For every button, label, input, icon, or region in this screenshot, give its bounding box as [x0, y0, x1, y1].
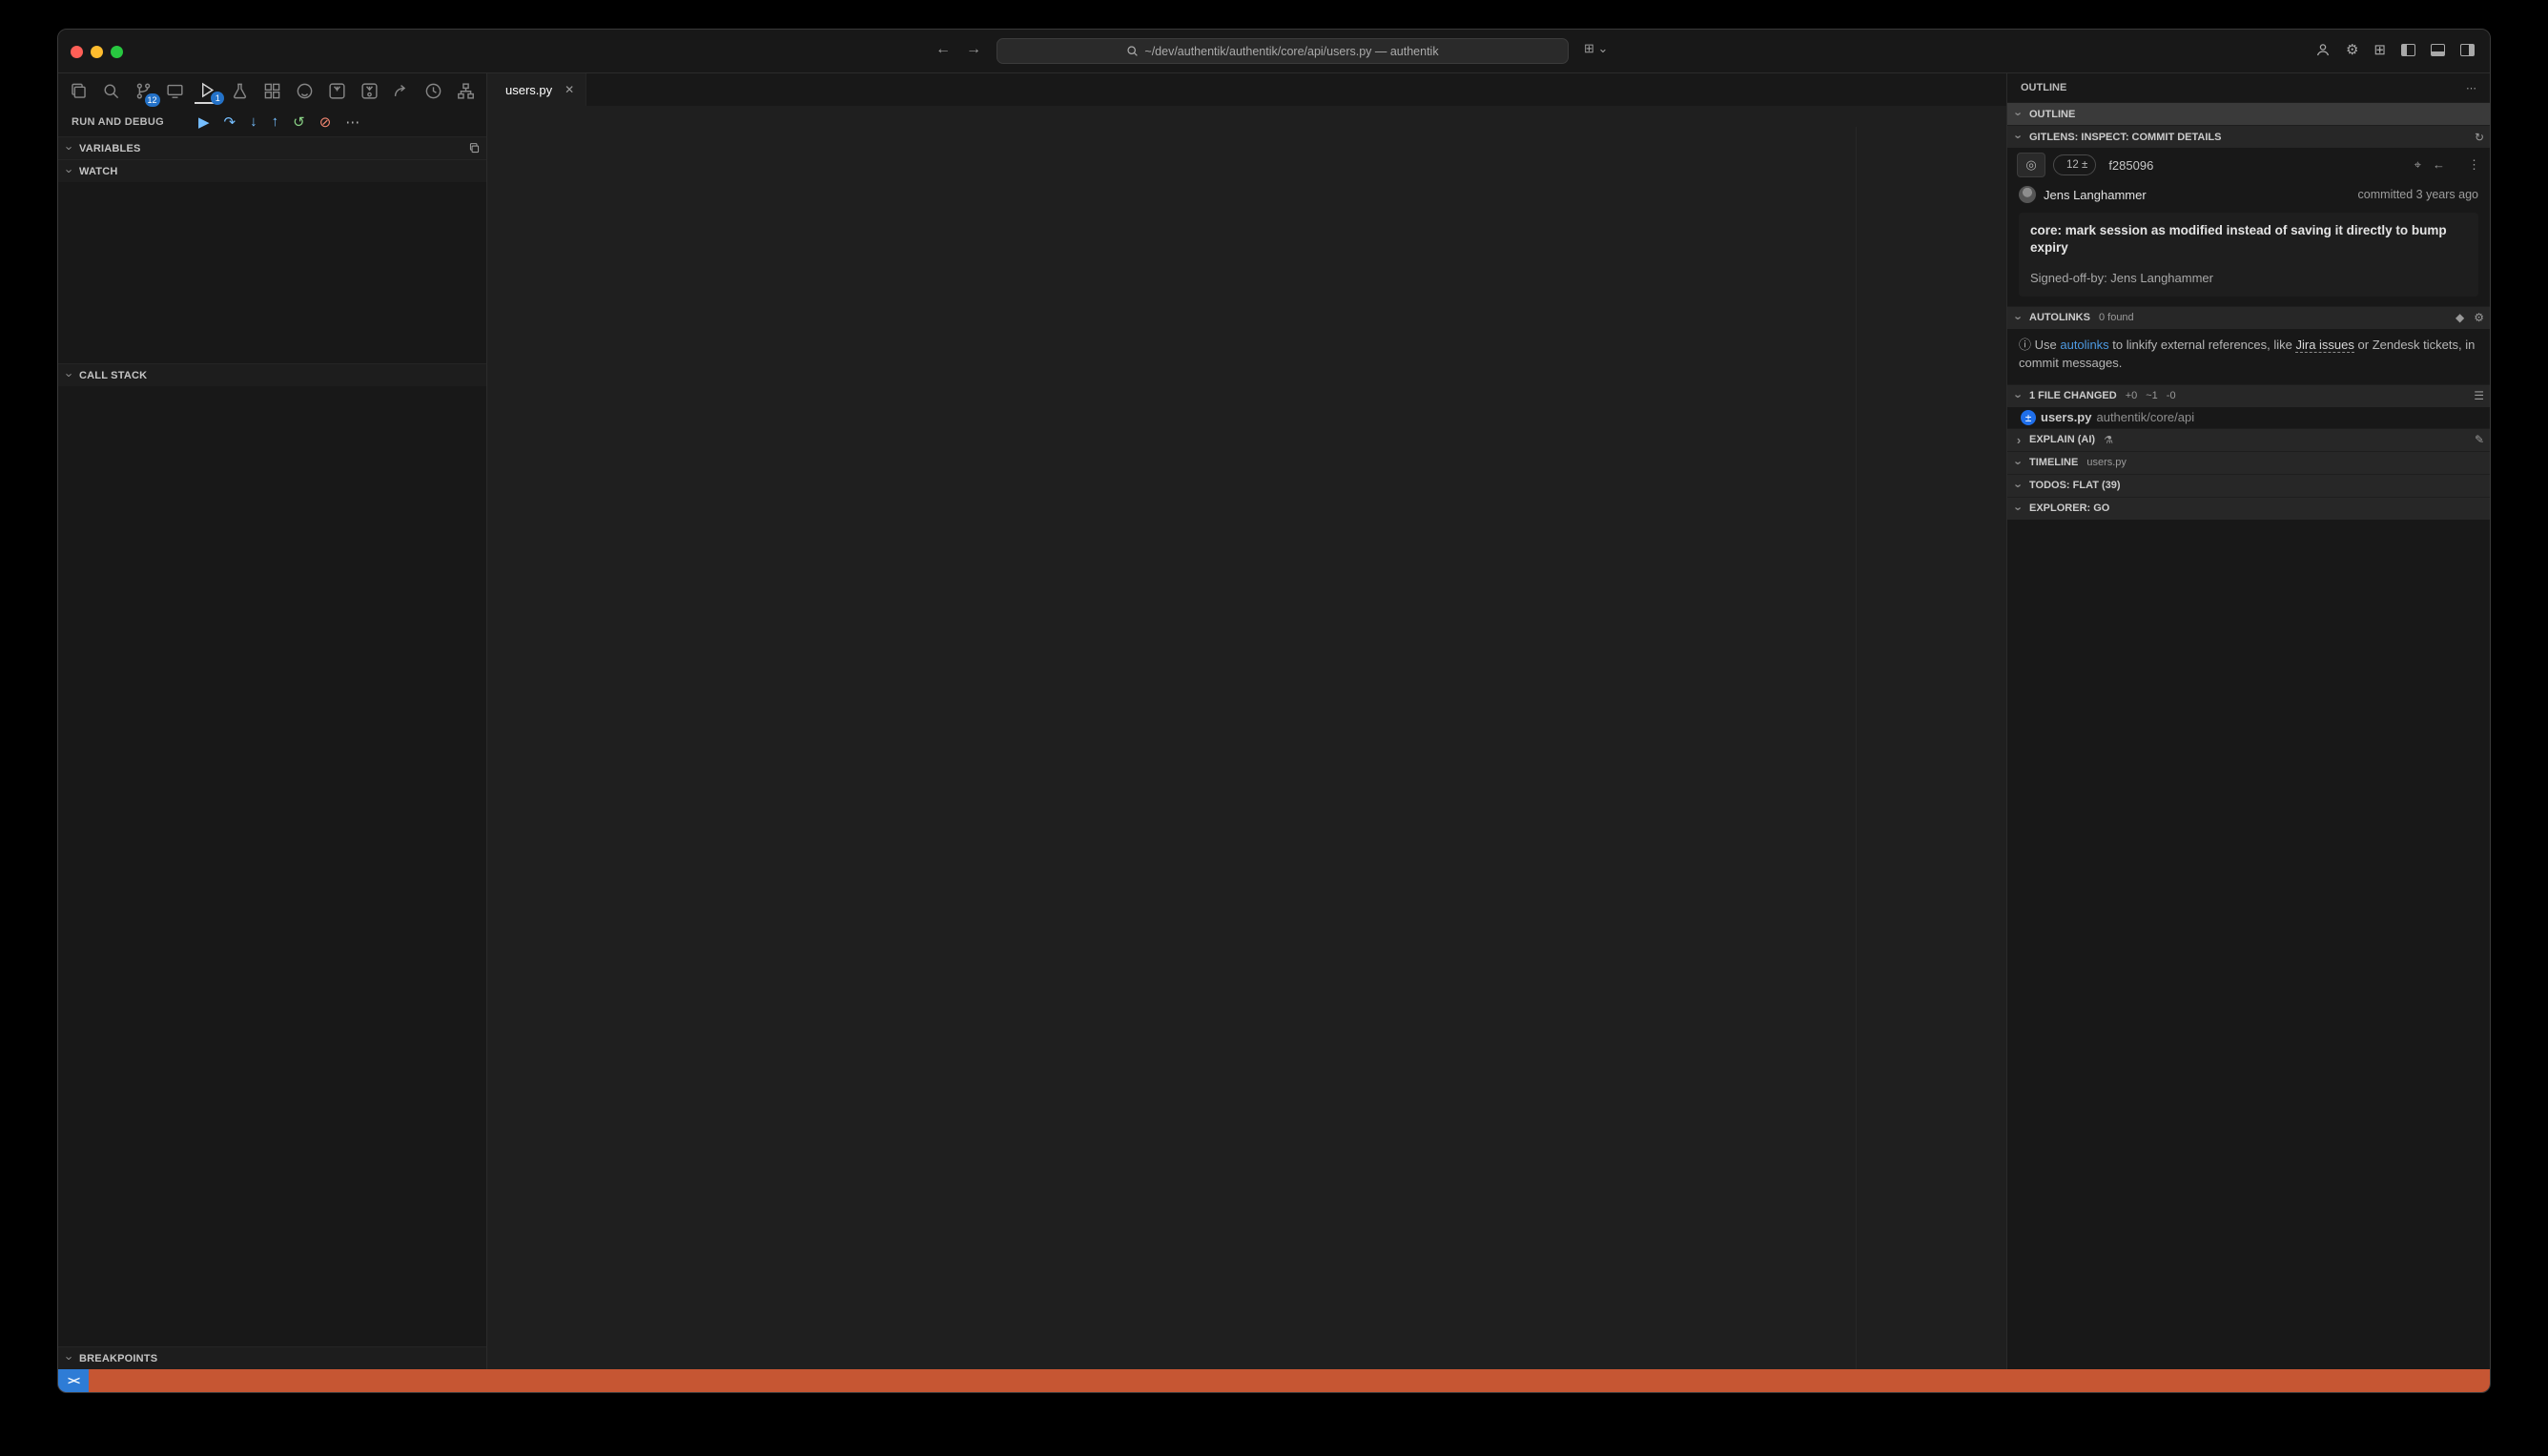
- more-actions-icon[interactable]: ⋯: [2466, 82, 2476, 94]
- command-center-text: ~/dev/authentik/authentik/core/api/users…: [1144, 45, 1438, 58]
- breadcrumb: [487, 106, 2006, 127]
- toggle-primary-sidebar-icon[interactable]: [2401, 44, 2415, 56]
- search-icon: [1126, 45, 1139, 57]
- navigate-forward-icon[interactable]: →: [966, 41, 981, 58]
- gitlens-icon[interactable]: ◎: [2017, 153, 2045, 177]
- minimap[interactable]: [1856, 127, 1997, 1369]
- autolinks-info: ⓘ Use autolinks to linkify external refe…: [2007, 329, 2490, 384]
- commit-when: committed 3 years ago: [2358, 188, 2478, 201]
- working-changes-pill[interactable]: 12 ±: [2053, 154, 2096, 175]
- toggle-secondary-sidebar-icon[interactable]: [2460, 44, 2475, 56]
- back-icon[interactable]: ←: [2433, 157, 2445, 173]
- timeline-icon[interactable]: [421, 78, 446, 104]
- project-manager-icon[interactable]: [453, 78, 479, 104]
- minimize-window-button[interactable]: [91, 46, 103, 58]
- commit-signoff: Signed-off-by: Jens Langhammer: [2030, 270, 2467, 287]
- source-control-badge: 12: [145, 93, 160, 107]
- vscode-window: ← → ~/dev/authentik/authentik/core/api/u…: [57, 29, 2491, 1393]
- autolinks-section-header[interactable]: ›AUTOLINKS 0 found ◆⚙: [2007, 306, 2490, 329]
- account-icon[interactable]: [2315, 42, 2331, 57]
- run-and-debug-title: RUN AND DEBUG: [72, 116, 164, 128]
- autolinks-settings-icon[interactable]: ⚙: [2474, 311, 2484, 324]
- customize-layout-icon[interactable]: ⊞: [2373, 41, 2386, 58]
- variables-section-header[interactable]: ›VARIABLES: [58, 136, 486, 159]
- run-and-debug-icon[interactable]: 1: [195, 78, 220, 104]
- settings-gear-icon[interactable]: ⚙: [2346, 41, 2358, 58]
- remote-explorer-icon[interactable]: [163, 78, 189, 104]
- commit-hash[interactable]: f285096: [2104, 158, 2153, 173]
- commit-author-row[interactable]: Jens Langhammer committed 3 years ago: [2007, 182, 2490, 207]
- tab-bar: users.py ✕: [487, 73, 2006, 106]
- breakpoints-section: ›BREAKPOINTS: [58, 1346, 486, 1369]
- files-changed-section-header[interactable]: ›1 FILE CHANGED +0 ~1 -0 ☰: [2007, 384, 2490, 407]
- outline-pane-title: OUTLINE: [2021, 82, 2066, 93]
- status-bar: ><: [58, 1369, 2490, 1392]
- step-into-button[interactable]: ↓: [250, 113, 257, 131]
- restart-button[interactable]: ↺: [293, 113, 305, 131]
- comment-icon[interactable]: ✎: [2475, 433, 2484, 446]
- explorer-go-section-header[interactable]: ›EXPLORER: GO: [2007, 497, 2490, 520]
- close-tab-icon[interactable]: ✕: [565, 83, 574, 96]
- gitlens-section-header[interactable]: ›GITLENS: INSPECT: COMMIT DETAILS ↻: [2007, 125, 2490, 148]
- code-editor[interactable]: [487, 127, 2006, 1369]
- activity-bar: 12 1: [58, 73, 486, 108]
- file-modified-icon: ±: [2021, 410, 2036, 425]
- avatar: [2019, 186, 2036, 203]
- testing-icon[interactable]: [227, 78, 253, 104]
- gitlens-commit-bar: ◎ 12 ± f285096 ⌖ ← ⋮: [2007, 148, 2490, 182]
- kebab-icon[interactable]: ⋮: [2468, 157, 2480, 173]
- commit-author: Jens Langhammer: [2044, 188, 2147, 202]
- tab-users-py[interactable]: users.py ✕: [487, 73, 586, 106]
- explain-ai-section-header[interactable]: ›EXPLAIN (AI) ⚗ ✎: [2007, 428, 2490, 451]
- autolinks-add-icon[interactable]: ◆: [2456, 311, 2464, 324]
- overview-ruler: [1997, 127, 2006, 1369]
- github-pull-requests-icon[interactable]: [357, 78, 382, 104]
- zoom-window-button[interactable]: [111, 46, 123, 58]
- title-bar: ← → ~/dev/authentik/authentik/core/api/u…: [58, 30, 2490, 73]
- autolinks-link[interactable]: autolinks: [2060, 338, 2108, 352]
- commit-message: core: mark session as modified instead o…: [2030, 222, 2467, 256]
- refresh-icon[interactable]: ↻: [2475, 131, 2484, 144]
- step-out-button[interactable]: ↑: [272, 113, 279, 131]
- watch-body: [58, 182, 486, 363]
- debug-sidebar: 12 1 RUN AND DEBUG ▶ ↷ ↓ ↑ ↺ ⊘ ⋯ ›VARIABLES ›WA…: [58, 73, 487, 1369]
- changed-file-row[interactable]: ± users.py authentik/core/api: [2007, 407, 2490, 428]
- github-icon[interactable]: [292, 78, 318, 104]
- extensions-icon[interactable]: [259, 78, 285, 104]
- disconnect-button[interactable]: ⊘: [319, 113, 332, 131]
- editor-group: users.py ✕: [487, 73, 2006, 1369]
- source-control-icon[interactable]: 12: [131, 78, 156, 104]
- navigate-back-icon[interactable]: ←: [935, 41, 951, 58]
- copy-icon[interactable]: [468, 142, 481, 154]
- todos-section-header[interactable]: ›TODOS: FLAT (39): [2007, 474, 2490, 497]
- view-as-tree-icon[interactable]: ☰: [2474, 389, 2484, 402]
- remote-indicator[interactable]: ><: [58, 1369, 89, 1392]
- run-and-debug-badge: 1: [211, 92, 224, 105]
- step-over-button[interactable]: ↷: [224, 113, 236, 131]
- pull-requests-icon[interactable]: [324, 78, 350, 104]
- timeline-section-header[interactable]: ›TIMELINE users.py: [2007, 451, 2490, 474]
- debug-toolbar: ▶ ↷ ↓ ↑ ↺ ⊘ ⋯: [198, 113, 360, 131]
- tab-label: users.py: [505, 83, 552, 97]
- breakpoints-section-header[interactable]: ›BREAKPOINTS: [58, 1346, 486, 1369]
- jira-issues-link[interactable]: Jira issues: [2295, 338, 2353, 353]
- continue-button[interactable]: ▶: [198, 113, 210, 131]
- close-window-button[interactable]: [71, 46, 83, 58]
- commit-message-card: core: mark session as modified instead o…: [2019, 213, 2478, 297]
- call-stack-section-header[interactable]: ›CALL STACK: [58, 363, 486, 386]
- secondary-sidebar: OUTLINE ⋯ ›OUTLINE ›GITLENS: INSPECT: CO…: [2006, 73, 2490, 1369]
- command-center[interactable]: ~/dev/authentik/authentik/core/api/users…: [997, 38, 1569, 64]
- beaker-icon: ⚗: [2104, 434, 2113, 446]
- profile-switcher[interactable]: ⊞ ⌄: [1584, 41, 1608, 56]
- toggle-panel-icon[interactable]: [2431, 44, 2445, 56]
- files-icon[interactable]: [66, 78, 92, 104]
- pin-icon[interactable]: ⌖: [2414, 157, 2421, 173]
- live-share-icon[interactable]: [388, 78, 414, 104]
- window-controls: [71, 46, 123, 58]
- search-icon[interactable]: [98, 78, 124, 104]
- outline-section-header[interactable]: ›OUTLINE: [2007, 102, 2490, 125]
- more-button[interactable]: ⋯: [345, 113, 360, 131]
- watch-section-header[interactable]: ›WATCH: [58, 159, 486, 182]
